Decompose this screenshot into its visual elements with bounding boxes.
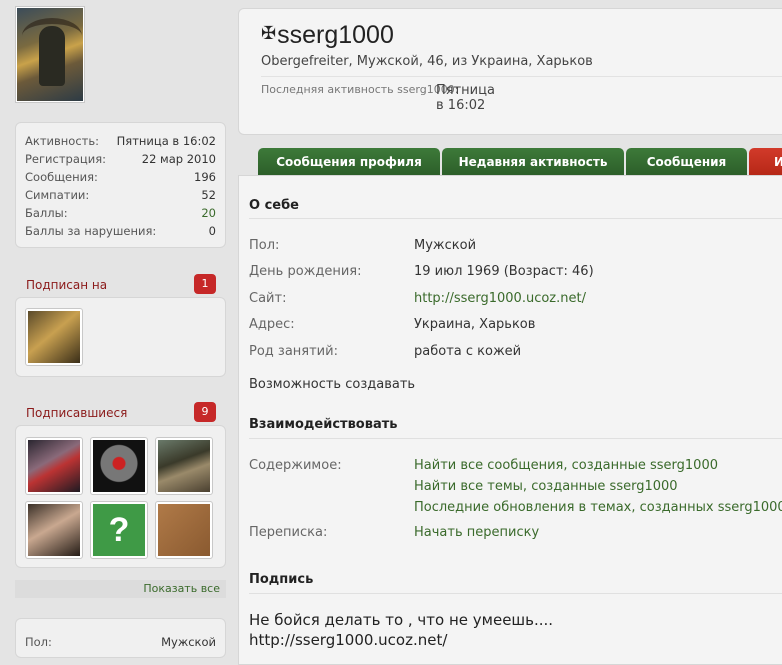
follower-avatar-image xyxy=(158,440,210,492)
stat-value: Пятница в 16:02 xyxy=(116,134,216,148)
about-label-birthday: День рождения: xyxy=(249,264,362,279)
signature-link[interactable]: http://sserg1000.ucoz.net/ xyxy=(249,631,447,649)
followers-title: Подписавшиеся xyxy=(26,406,128,420)
avatar-image xyxy=(17,8,83,101)
following-list xyxy=(15,297,226,377)
follower-avatar[interactable] xyxy=(155,501,213,559)
show-all-link[interactable]: Показать все xyxy=(15,580,226,598)
interact-heading: Взаимодействовать xyxy=(249,417,398,432)
stat-label: Пол: xyxy=(25,635,52,649)
about-value-occupation: работа с кожей xyxy=(414,344,522,359)
about-heading: О себе xyxy=(249,198,299,213)
stat-row: Симпатии: 52 xyxy=(25,186,216,204)
stat-row: Активность: Пятница в 16:02 xyxy=(25,132,216,150)
stat-row: Баллы за нарушения: 0 xyxy=(25,222,216,240)
last-activity-label: Последняя активность sserg1000: xyxy=(261,83,459,96)
about-value-gender: Мужской xyxy=(414,238,477,253)
stat-label: Баллы за нарушения: xyxy=(25,224,157,238)
divider xyxy=(249,218,782,219)
stat-value: 52 xyxy=(201,188,216,202)
sidebar: Активность: Пятница в 16:02 Регистрация: 2… xyxy=(0,0,236,658)
content-label: Содержимое: xyxy=(249,458,342,473)
followers-count-badge: 9 xyxy=(194,402,216,422)
last-activity: Последняя активность sserg1000: Пятница … xyxy=(261,83,495,113)
stat-label: Баллы: xyxy=(25,206,68,220)
divider xyxy=(249,593,782,594)
signature-heading: Подпись xyxy=(249,572,314,587)
followers-list: ? xyxy=(15,425,226,568)
follower-avatar-image xyxy=(158,504,210,556)
profile-header: ✠sserg1000 Obergefreiter, Мужской, 46, и… xyxy=(238,8,782,135)
stat-value: 22 мар 2010 xyxy=(141,152,216,166)
stat-label: Симпатии: xyxy=(25,188,90,202)
cross-icon: ✠ xyxy=(261,23,277,43)
tab-postings[interactable]: Сообщения xyxy=(626,148,747,176)
follower-avatar[interactable] xyxy=(155,437,213,495)
start-conversation-link[interactable]: Начать переписку xyxy=(414,525,539,540)
stat-row: Сообщения: 196 xyxy=(25,168,216,186)
stat-label: Активность: xyxy=(25,134,99,148)
stats-panel: Активность: Пятница в 16:02 Регистрация: 2… xyxy=(15,122,226,248)
profile-tabs: Сообщения профиля Недавняя активность Со… xyxy=(258,148,782,176)
tab-recent-activity[interactable]: Недавняя активность xyxy=(442,148,624,176)
tab-profile-posts[interactable]: Сообщения профиля xyxy=(258,148,440,176)
recent-thread-updates-link[interactable]: Последние обновления в темах, созданных … xyxy=(414,500,782,515)
follower-avatar[interactable] xyxy=(25,437,83,495)
about-value-address: Украина, Харьков xyxy=(414,317,536,332)
sidebar-info-panel: Пол: Мужской xyxy=(15,618,226,658)
stat-label: Сообщения: xyxy=(25,170,98,184)
avatar[interactable] xyxy=(15,6,85,103)
username: ✠sserg1000 xyxy=(261,21,394,50)
tab-information[interactable]: И xyxy=(749,148,782,176)
find-all-posts-link[interactable]: Найти все сообщения, созданные sserg1000 xyxy=(414,458,718,473)
user-title-line: Obergefreiter, Мужской, 46, из Украина, … xyxy=(261,54,593,69)
stat-value[interactable]: 20 xyxy=(201,204,216,222)
following-title: Подписан на xyxy=(26,278,108,292)
follower-avatar[interactable] xyxy=(25,501,83,559)
divider xyxy=(249,438,782,439)
about-label-website: Сайт: xyxy=(249,291,287,306)
follower-avatar-image xyxy=(28,504,80,556)
about-extra: Возможность создавать xyxy=(249,377,416,392)
stat-value: Мужской xyxy=(161,635,216,649)
divider xyxy=(261,76,782,77)
follower-avatar-image xyxy=(28,440,80,492)
find-all-threads-link[interactable]: Найти все темы, созданные sserg1000 xyxy=(414,479,678,494)
about-label-address: Адрес: xyxy=(249,317,295,332)
stat-row: Баллы: 20 xyxy=(25,204,216,222)
stat-row: Регистрация: 22 мар 2010 xyxy=(25,150,216,168)
about-label-gender: Пол: xyxy=(249,238,280,253)
stat-value[interactable]: 196 xyxy=(194,168,216,186)
following-avatar[interactable] xyxy=(25,308,83,366)
following-avatar-image xyxy=(28,311,80,363)
username-text: sserg1000 xyxy=(277,21,394,49)
website-link[interactable]: http://sserg1000.ucoz.net/ xyxy=(414,291,586,306)
signature-line: Не бойся делать то , что не умеешь.... xyxy=(249,611,554,629)
following-header: Подписан на 1 xyxy=(15,274,226,296)
following-count-badge: 1 xyxy=(194,274,216,294)
follower-avatar[interactable] xyxy=(90,437,148,495)
about-value-birthday: 19 июл 1969 (Возраст: 46) xyxy=(414,264,594,279)
stat-label: Регистрация: xyxy=(25,152,106,166)
question-mark-icon: ? xyxy=(93,504,145,556)
stat-value: 0 xyxy=(208,224,216,238)
profile-content: О себе Пол: Мужской День рождения: 19 ию… xyxy=(238,175,782,665)
last-activity-value: Пятница в 16:02 xyxy=(436,83,495,113)
follower-avatar-image xyxy=(93,440,145,492)
about-label-occupation: Род занятий: xyxy=(249,344,338,359)
follower-avatar[interactable]: ? xyxy=(90,501,148,559)
conversation-label: Переписка: xyxy=(249,525,328,540)
stat-row: Пол: Мужской xyxy=(25,633,216,651)
followers-header: Подписавшиеся 9 xyxy=(15,402,226,424)
